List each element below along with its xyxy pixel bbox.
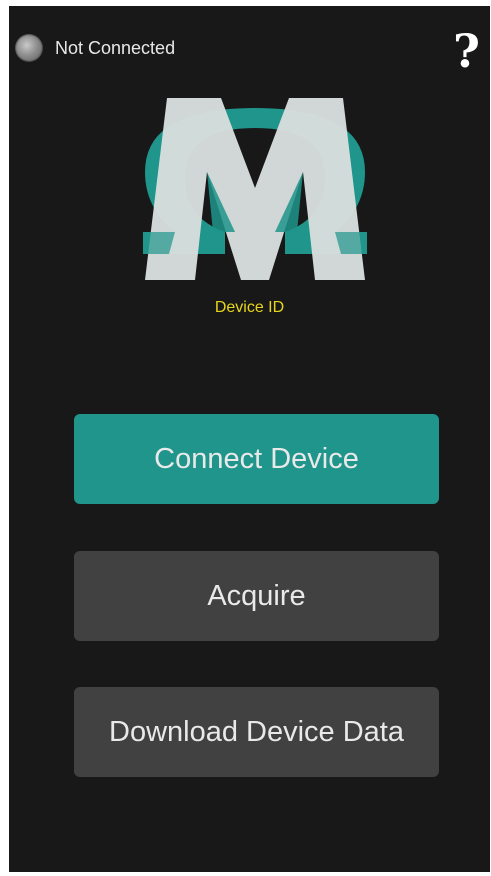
- omega-m-logo-icon: [143, 98, 367, 280]
- device-id-label: Device ID: [214, 299, 285, 316]
- acquire-button[interactable]: Acquire: [74, 551, 439, 641]
- help-button[interactable]: ?: [453, 28, 480, 74]
- connection-indicator-icon: [15, 34, 43, 62]
- connect-device-button[interactable]: Connect Device: [74, 414, 439, 504]
- app-screen: Not Connected ? Device ID Connect Device…: [9, 6, 490, 872]
- connection-status-label: Not Connected: [55, 37, 176, 58]
- download-device-data-button[interactable]: Download Device Data: [74, 687, 439, 777]
- connection-status: Not Connected: [15, 34, 175, 62]
